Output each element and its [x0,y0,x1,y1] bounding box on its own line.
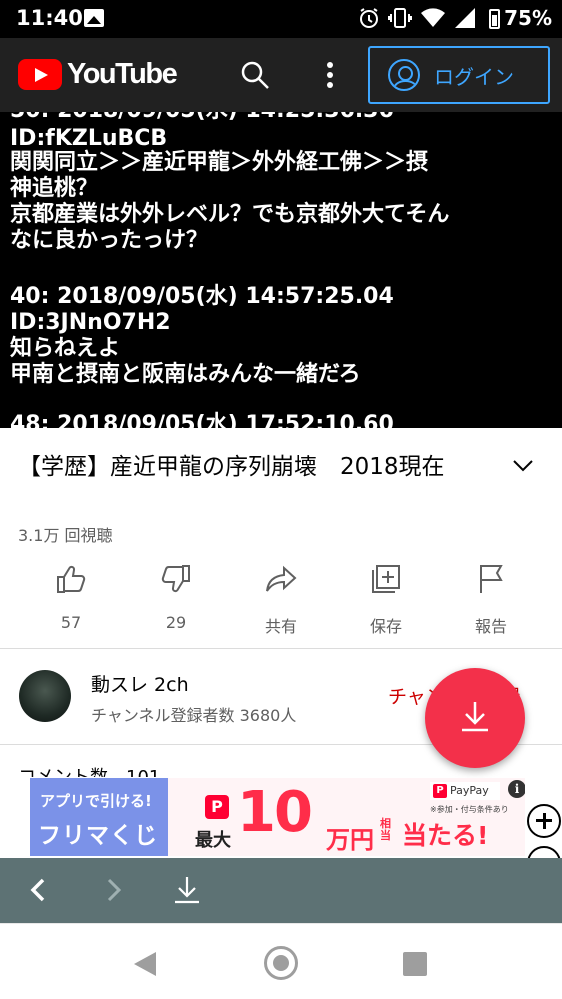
alarm-icon [360,8,378,28]
subscriber-count: チャンネル登録者数 3680人 [91,706,297,725]
more-vert-icon[interactable] [326,60,334,90]
dislike-count: 29 [165,613,187,632]
ad-info-icon[interactable]: i [508,780,525,798]
signal-icon [455,8,475,28]
video-text-line: 50: 2018/09/05(水) 14:25:36.36 [10,112,394,124]
nav-back-icon[interactable] [134,952,156,976]
ad-text: フリマくじ [38,823,158,849]
login-button[interactable]: ログイン [368,46,550,104]
paypay-icon: P [205,795,229,819]
video-text-line: 40: 2018/09/05(水) 14:57:25.04 [10,284,394,309]
ad-banner[interactable]: アプリで引ける! フリマくじ P 最大 10 万円 相当 当たる! PayPay… [30,778,525,856]
chevron-down-icon[interactable] [512,458,534,474]
share-icon [266,565,297,592]
save-playlist-icon [372,565,400,593]
save-button[interactable]: 保存 [344,563,428,637]
action-row: 57 29 共有 保存 報告 [0,563,562,636]
nav-recents-icon[interactable] [403,952,427,976]
ad-text: 相当 [380,817,391,842]
video-title: 【学歴】産近甲龍の序列崩壊 2018現在 [18,454,445,480]
ad-brand: PayPay [430,782,500,800]
dislike-button[interactable]: 29 [134,563,218,632]
vibrate-icon [388,8,412,28]
login-label: ログイン [434,64,514,89]
download-icon [462,702,488,732]
video-text-line: ID:3JNnO7H2 [10,310,171,335]
like-count: 57 [60,613,82,632]
video-text-line: 関関同立＞＞産近甲龍＞外外経工佛＞＞摂 [10,150,429,175]
video-text-line: ID:fKZLuBCB [10,126,168,151]
share-button[interactable]: 共有 [239,563,323,637]
video-text-line: なに良かったっけ？ [10,228,209,253]
thumbs-up-icon [57,565,86,593]
comments-count[interactable]: コメント数 101 [18,765,160,777]
report-button[interactable]: 報告 [449,563,533,637]
youtube-header: YouTube ログイン [0,38,562,112]
ad-note: ※参加・付与条件あり [430,805,509,814]
status-time: 11:40 [16,6,83,30]
divider [0,648,562,649]
youtube-logo-text[interactable]: YouTube [67,58,178,91]
save-label: 保存 [369,617,402,636]
ad-text: 最大 [195,830,231,851]
video-text-line: 48: 2018/09/05(水) 17:52:10.60 [10,412,394,428]
video-player[interactable]: 50: 2018/09/05(水) 14:25:36.36 ID:fKZLuBC… [0,112,562,428]
channel-name[interactable]: 動スレ 2ch [91,670,189,697]
share-label: 共有 [264,617,297,636]
zoom-in-button[interactable] [527,804,561,838]
ad-left-panel: アプリで引ける! フリマくじ [30,778,168,856]
like-button[interactable]: 57 [29,563,113,632]
ad-text: 当たる! [402,821,489,850]
wifi-icon [421,8,445,27]
search-icon[interactable] [240,60,270,90]
battery-icon [489,9,500,29]
video-text-line: 京都産業は外外レベル？でも京都外大てそん [10,202,450,227]
status-bar: 11:40 75% [0,0,562,38]
report-label: 報告 [474,617,507,636]
channel-avatar[interactable] [19,670,71,722]
ad-amount: 10 [237,780,313,845]
forward-arrow-icon[interactable] [97,874,129,906]
account-icon [388,59,420,91]
status-icons [358,7,476,29]
thumbs-down-icon [161,565,190,593]
flag-icon [480,565,503,593]
video-text-line: 神追桃？ [10,176,99,201]
video-text-line: 甲南と摂南と阪南はみんな一緒だろ [10,362,361,387]
plus-icon-bar [542,812,546,829]
ad-unit: 万円 [326,826,374,854]
youtube-logo-icon[interactable] [18,59,62,90]
back-arrow-icon[interactable] [23,874,55,906]
battery-percent: 75% [504,6,552,30]
download-fab[interactable] [425,668,525,768]
view-count: 3.1万 回視聴 [18,526,113,545]
ad-text: アプリで引ける! [40,792,152,810]
video-text-line: 知らねえよ [10,336,121,361]
gallery-icon [84,9,104,27]
nav-home-icon[interactable] [264,946,298,980]
browser-toolbar [0,858,562,923]
download-icon[interactable] [171,874,203,906]
system-navigation-bar [0,923,562,999]
